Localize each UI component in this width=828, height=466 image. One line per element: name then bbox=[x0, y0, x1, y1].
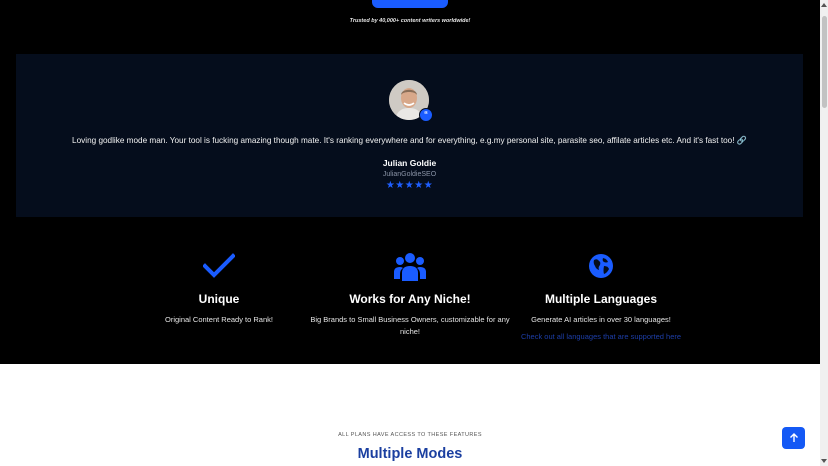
scroll-down-icon[interactable] bbox=[820, 458, 828, 464]
cta-button[interactable] bbox=[372, 0, 448, 8]
feature-any-niche: Works for Any Niche! Big Brands to Small… bbox=[310, 250, 510, 338]
testimonial-card: “ Loving godlike mode man. Your tool is … bbox=[16, 54, 803, 217]
avatar-wrap: “ bbox=[389, 80, 433, 122]
feature-unique: Unique Original Content Ready to Rank! bbox=[119, 250, 319, 326]
feature-description: Big Brands to Small Business Owners, cus… bbox=[310, 315, 510, 336]
testimonial-handle: JulianGoldieSEO bbox=[382, 171, 437, 178]
languages-link[interactable]: Check out all languages that are support… bbox=[521, 332, 681, 341]
feature-multiple-languages: Multiple Languages Generate AI articles … bbox=[501, 250, 701, 344]
section-title: Multiple Modes bbox=[357, 446, 463, 462]
page: Trusted by 40,000+ content writers world… bbox=[0, 0, 820, 466]
testimonial-author: Julian Goldie bbox=[382, 158, 437, 168]
globe-icon bbox=[501, 250, 701, 282]
back-to-top-button[interactable] bbox=[782, 427, 805, 449]
section-eyebrow: ALL PLANS HAVE ACCESS TO THESE FEATURES bbox=[338, 432, 482, 438]
trusted-text: Trusted by 40,000+ content writers world… bbox=[349, 18, 471, 24]
feature-title: Works for Any Niche! bbox=[349, 292, 471, 306]
scrollbar-thumb[interactable] bbox=[821, 16, 827, 108]
testimonial-quote: Loving godlike mode man. Your tool is fu… bbox=[72, 136, 747, 145]
arrow-up-icon bbox=[789, 433, 798, 442]
star-rating: ★★★★★ bbox=[385, 180, 434, 191]
checkmark-icon bbox=[119, 250, 319, 282]
scrollbar[interactable] bbox=[820, 0, 828, 466]
feature-description: Generate AI articles in over 30 language… bbox=[531, 315, 671, 324]
feature-title: Multiple Languages bbox=[544, 292, 657, 306]
scroll-up-icon[interactable] bbox=[820, 2, 828, 8]
feature-title: Unique bbox=[198, 292, 240, 306]
feature-description: Original Content Ready to Rank! bbox=[165, 315, 273, 324]
features-section: ALL PLANS HAVE ACCESS TO THESE FEATURES … bbox=[0, 364, 820, 466]
users-group-icon bbox=[310, 250, 510, 282]
quote-icon: “ bbox=[419, 108, 433, 122]
